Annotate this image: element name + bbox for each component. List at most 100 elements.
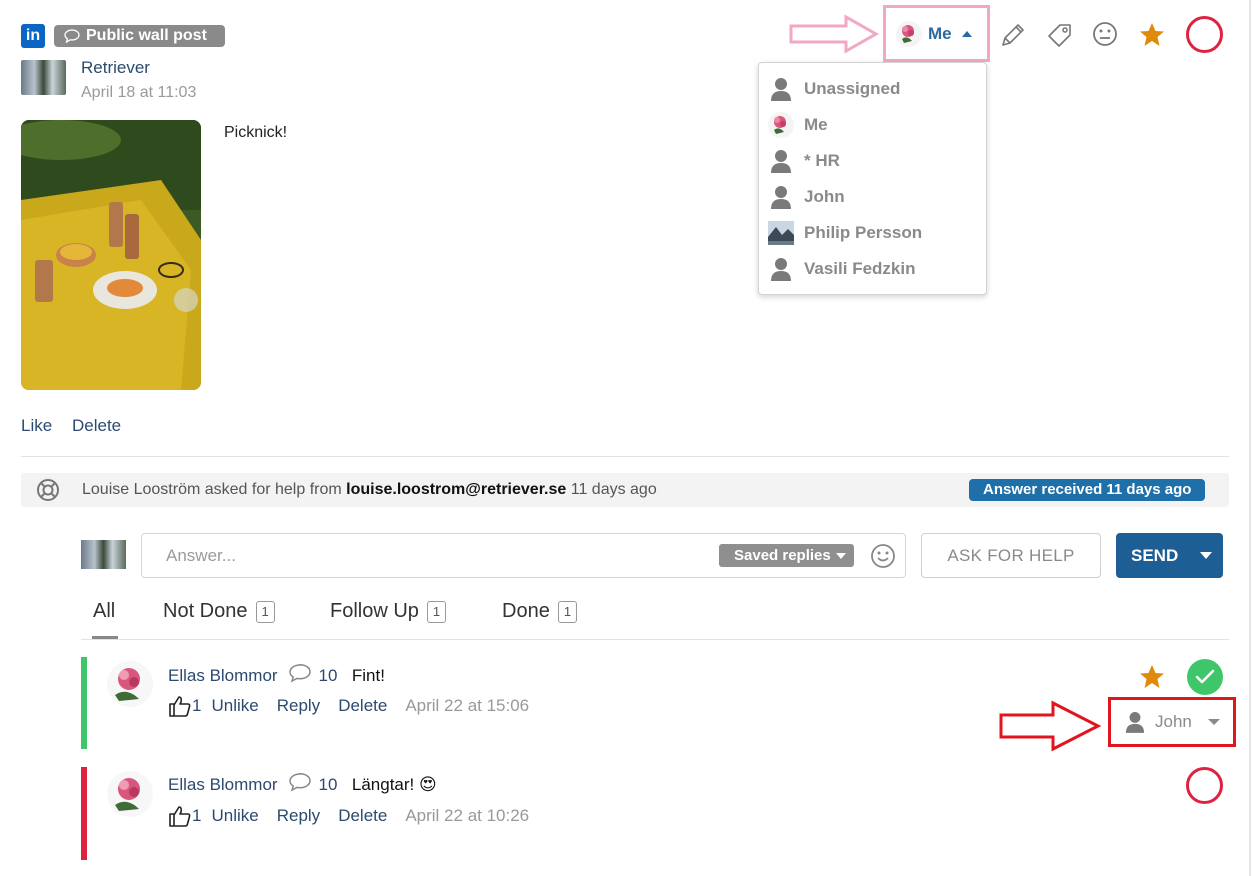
- unlike-link[interactable]: Unlike: [211, 696, 258, 716]
- tab-follow-up[interactable]: Follow Up 1: [330, 600, 447, 623]
- like-count: 1: [192, 696, 202, 715]
- reply-link[interactable]: Reply: [277, 696, 320, 716]
- comment-assignee-dropdown[interactable]: John: [1108, 697, 1236, 747]
- post-type-label: Public wall post: [86, 27, 207, 44]
- tab-all[interactable]: All: [93, 600, 115, 623]
- emoji-picker-icon[interactable]: [870, 543, 896, 569]
- comment-header: Ellas Blommor 10 Längtar! 😍: [168, 772, 437, 795]
- comment-assignee-label: John: [1155, 712, 1192, 731]
- assignee-label: Me: [928, 23, 952, 43]
- send-label: SEND: [1131, 545, 1179, 565]
- person-icon: [768, 148, 794, 174]
- comment-author[interactable]: Ellas Blommor: [168, 775, 278, 794]
- linkedin-icon: in: [21, 24, 45, 48]
- post-image[interactable]: [21, 120, 201, 390]
- my-avatar: [81, 540, 126, 569]
- delete-comment-link[interactable]: Delete: [338, 696, 387, 716]
- reply-link[interactable]: Reply: [277, 806, 320, 826]
- page-right-border: [1249, 0, 1251, 876]
- answer-input[interactable]: [142, 534, 712, 577]
- caret-down-icon: [835, 552, 846, 559]
- assignee-option-label: Unassigned: [804, 79, 901, 98]
- author-avatar[interactable]: [21, 60, 66, 95]
- person-icon: [768, 76, 794, 102]
- caret-down-icon[interactable]: [1200, 552, 1213, 559]
- pencil-icon[interactable]: [998, 20, 1028, 50]
- divider: [21, 456, 1229, 457]
- saved-replies-button[interactable]: Saved replies: [719, 544, 854, 567]
- post-date: April 18 at 11:03: [81, 84, 197, 101]
- saved-replies-label: Saved replies: [734, 547, 831, 564]
- tag-icon[interactable]: [1044, 20, 1074, 50]
- assignee-option-label: Vasili Fedzkin: [804, 259, 916, 278]
- help-prefix: Louise Looström asked for help from: [82, 481, 342, 498]
- status-circle-icon[interactable]: [1186, 767, 1223, 804]
- tab-count: 1: [426, 600, 447, 623]
- status-circle-icon[interactable]: [1186, 16, 1223, 53]
- landscape-avatar-icon: [768, 220, 794, 246]
- post-author[interactable]: Retriever: [81, 58, 150, 78]
- assignee-option-hr[interactable]: * HR: [759, 143, 986, 179]
- help-request-row: Louise Looström asked for help from loui…: [21, 473, 1229, 507]
- help-email: louise.loostrom@retriever.se: [346, 481, 567, 498]
- speech-bubble-icon: [64, 29, 80, 43]
- active-tab-indicator: [92, 636, 118, 639]
- comment-status-bar: [81, 657, 87, 749]
- comment-count: 10: [318, 666, 338, 685]
- help-request-text: Louise Looström asked for help from loui…: [82, 481, 657, 499]
- post-type-badge: Public wall post: [54, 25, 225, 47]
- comment-actions: 1 Unlike Reply Delete April 22 at 10:26: [168, 804, 529, 828]
- comment-avatar[interactable]: [107, 771, 153, 817]
- speech-bubble-icon: [289, 772, 311, 792]
- assignee-dropdown-menu: Unassigned Me * HR John Philip Persson V…: [758, 62, 987, 295]
- delete-comment-link[interactable]: Delete: [338, 806, 387, 826]
- comment-avatar[interactable]: [107, 661, 153, 707]
- comment-actions: 1 Unlike Reply Delete April 22 at 15:06: [168, 694, 529, 718]
- pink-arrow-annotation: [789, 14, 880, 54]
- assignee-option-unassigned[interactable]: Unassigned: [759, 71, 986, 107]
- smiley-icon[interactable]: [1090, 20, 1120, 50]
- caret-down-icon: [1207, 719, 1220, 725]
- assignee-option-me[interactable]: Me: [759, 107, 986, 143]
- answer-box: Saved replies: [141, 533, 906, 578]
- comment-count: 10: [318, 775, 338, 794]
- tab-done[interactable]: Done 1: [502, 600, 578, 623]
- star-icon[interactable]: [1137, 662, 1167, 692]
- send-button[interactable]: SEND: [1116, 533, 1223, 578]
- like-link[interactable]: Like: [21, 416, 52, 436]
- comment-text: Längtar! 😍: [351, 775, 437, 794]
- unlike-link[interactable]: Unlike: [211, 806, 258, 826]
- comment-time: April 22 at 15:06: [405, 696, 530, 715]
- post-text: Picknick!: [224, 124, 288, 141]
- assignee-option-label: * HR: [804, 151, 840, 170]
- assignee-option-philip-persson[interactable]: Philip Persson: [759, 215, 986, 251]
- comment-status-bar: [81, 767, 87, 860]
- caret-up-icon: [961, 30, 972, 37]
- tabs-divider: [81, 639, 1229, 640]
- assignee-option-john[interactable]: John: [759, 179, 986, 215]
- tab-count: 1: [557, 600, 578, 623]
- like-count: 1: [192, 806, 202, 825]
- thumbs-up-icon[interactable]: [168, 694, 192, 718]
- comment-header: Ellas Blommor 10 Fint!: [168, 663, 385, 686]
- assignee-dropdown-toggle[interactable]: Me: [883, 5, 990, 62]
- done-check-icon[interactable]: [1187, 659, 1223, 695]
- assignee-option-vasili-fedzkin[interactable]: Vasili Fedzkin: [759, 251, 986, 287]
- person-icon: [768, 184, 794, 210]
- tab-label: Follow Up: [330, 600, 419, 622]
- person-icon: [768, 256, 794, 282]
- ask-for-help-button[interactable]: ASK FOR HELP: [921, 533, 1101, 578]
- comment-time: April 22 at 10:26: [405, 806, 530, 825]
- comment-author[interactable]: Ellas Blommor: [168, 666, 278, 685]
- person-icon: [1125, 712, 1145, 733]
- flower-avatar-icon: [768, 112, 794, 138]
- delete-post-link[interactable]: Delete: [72, 416, 121, 436]
- flower-avatar-icon: [896, 20, 922, 47]
- thumbs-up-icon[interactable]: [168, 804, 192, 828]
- tab-label: All: [93, 600, 116, 622]
- help-suffix: 11 days ago: [570, 481, 657, 498]
- tab-not-done[interactable]: Not Done 1: [163, 600, 275, 623]
- star-icon[interactable]: [1137, 20, 1167, 50]
- comment-text: Fint!: [351, 666, 385, 685]
- tab-label: Not Done: [163, 600, 248, 622]
